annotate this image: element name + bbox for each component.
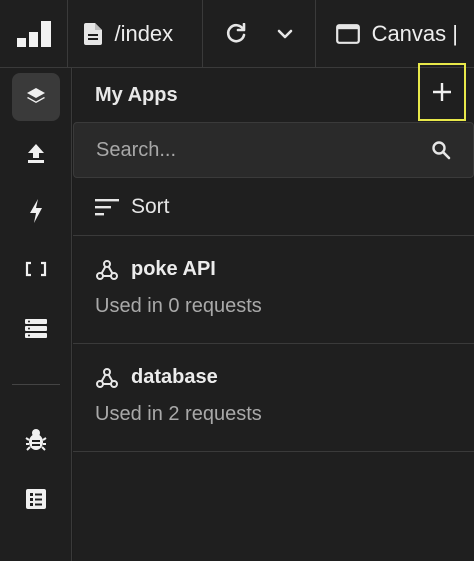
webhook-icon [96, 259, 118, 280]
file-icon [84, 23, 103, 45]
add-app-button[interactable] [418, 63, 466, 121]
lightning-icon [30, 199, 42, 223]
upload-icon [28, 144, 44, 163]
rail-variables-button[interactable] [12, 245, 60, 293]
app-logo[interactable] [0, 0, 69, 68]
list-icon [26, 489, 46, 509]
app-logo-icon [16, 21, 51, 47]
panel-header: My Apps [73, 63, 474, 122]
app-usage: Used in 2 requests [95, 403, 262, 425]
list-item[interactable]: poke API Used in 0 requests [73, 236, 474, 344]
rail-divider [12, 384, 60, 385]
search-bar [73, 122, 474, 178]
left-rail [0, 68, 72, 561]
window-icon [335, 24, 360, 44]
webhook-icon [96, 367, 118, 388]
refresh-controls [203, 0, 316, 68]
top-bar: /index Canvas | [0, 0, 474, 68]
sort-button[interactable]: Sort [73, 178, 474, 236]
refresh-icon[interactable] [225, 23, 247, 45]
chevron-down-icon[interactable] [277, 29, 293, 39]
search-icon[interactable] [431, 140, 451, 160]
rail-actions-button[interactable] [12, 187, 60, 235]
my-apps-panel: My Apps Sort poke API [73, 63, 474, 561]
panel-title: My Apps [95, 83, 178, 106]
rail-debug-button[interactable] [12, 416, 60, 464]
rail-apps-button[interactable] [12, 73, 60, 121]
app-name: database [131, 366, 218, 388]
bug-icon [25, 429, 47, 451]
rail-upload-button[interactable] [12, 129, 60, 177]
rail-logs-button[interactable] [12, 475, 60, 523]
canvas-tab[interactable]: Canvas | [316, 0, 474, 68]
plus-icon [433, 83, 451, 101]
brackets-icon [25, 261, 47, 277]
layers-icon [27, 88, 45, 103]
list-item[interactable]: database Used in 2 requests [73, 344, 474, 452]
sort-label: Sort [131, 194, 170, 218]
search-input[interactable] [96, 138, 396, 162]
app-usage: Used in 0 requests [95, 295, 262, 317]
path-selector[interactable]: /index [68, 0, 204, 68]
database-icon [25, 319, 47, 338]
rail-database-button[interactable] [12, 304, 60, 352]
canvas-label: Canvas | [371, 21, 458, 46]
app-name: poke API [131, 258, 216, 280]
path-label: /index [114, 21, 174, 46]
sort-icon [95, 198, 119, 215]
